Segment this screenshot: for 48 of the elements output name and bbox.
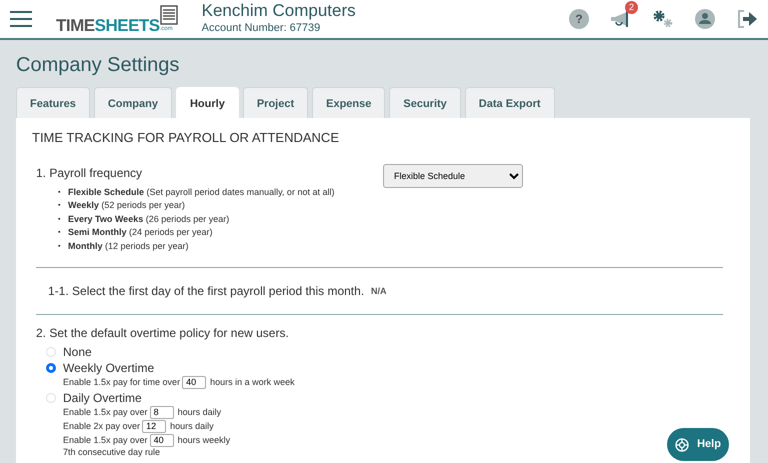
- rule-label: 7th consecutive day rule: [63, 447, 160, 458]
- menu-icon[interactable]: [10, 11, 32, 27]
- logo-text: TIMESHEETS: [56, 16, 160, 34]
- settings-tab[interactable]: Expense: [312, 87, 386, 118]
- radio-button[interactable]: [46, 362, 56, 373]
- hours-field[interactable]: 8: [150, 406, 174, 419]
- frequency-select[interactable]: Flexible Schedule: [383, 164, 523, 188]
- field-label: hours in a work week: [210, 376, 295, 388]
- field-label: Enable 2x pay over: [63, 420, 140, 432]
- field-label: Enable 1.5x pay for time over: [63, 376, 180, 388]
- field-label: hours daily: [178, 406, 222, 418]
- sign-out-icon[interactable]: [736, 8, 758, 30]
- field-label: hours weekly: [178, 434, 230, 446]
- settings-tab[interactable]: Data Export: [464, 87, 555, 118]
- frequency-option: Monthly (12 periods per year): [68, 240, 189, 254]
- settings-tab[interactable]: Project: [242, 87, 308, 118]
- frequency-option: Every Two Weeks (26 periods per year): [68, 212, 230, 226]
- question-label: 2. Set the default overtime policy for new users.: [35, 325, 290, 342]
- settings-tab[interactable]: Security: [389, 87, 461, 118]
- company-name: Kenchim Computers: [202, 2, 356, 20]
- page-title: Company Settings: [16, 53, 180, 78]
- gears-icon[interactable]: [652, 8, 674, 30]
- user-icon[interactable]: [694, 8, 716, 30]
- field-label: Enable 1.5x pay over: [63, 434, 148, 446]
- settings-tab[interactable]: Hourly: [176, 87, 239, 118]
- settings-tab[interactable]: Features: [16, 87, 90, 118]
- help-icon[interactable]: ?: [568, 8, 590, 30]
- option-label: Weekly Overtime: [63, 360, 154, 375]
- field-label: hours daily: [170, 420, 214, 432]
- question-label: 1-1. Select the first day of the first payroll period this month.: [47, 283, 366, 300]
- lifebuoy-icon: [675, 438, 690, 452]
- first-day-value: N/A: [371, 284, 386, 298]
- help-button[interactable]: Help: [667, 428, 729, 461]
- hours-field[interactable]: 40: [150, 434, 174, 447]
- field-label: Enable 1.5x pay over: [63, 406, 148, 418]
- question-label: 1. Payroll frequency: [36, 164, 144, 182]
- section-heading: TIME TRACKING FOR PAYROLL OR ATTENDANCE: [32, 129, 340, 147]
- account-number: Account Number: 67739: [202, 20, 322, 36]
- option-label: Daily Overtime: [63, 390, 142, 405]
- option-label: None: [63, 344, 92, 359]
- frequency-option: Weekly (52 periods per year): [68, 199, 185, 213]
- settings-tab[interactable]: Company: [94, 87, 172, 118]
- notification-badge: 2: [625, 1, 638, 14]
- frequency-option: Semi Monthly (24 periods per year): [68, 226, 213, 240]
- frequency-option: Flexible Schedule (Set payroll period dates manually, or not at all): [68, 186, 334, 200]
- hours-field[interactable]: 12: [142, 420, 166, 433]
- hours-field[interactable]: 40: [182, 376, 206, 389]
- document-stack-icon: [160, 4, 178, 24]
